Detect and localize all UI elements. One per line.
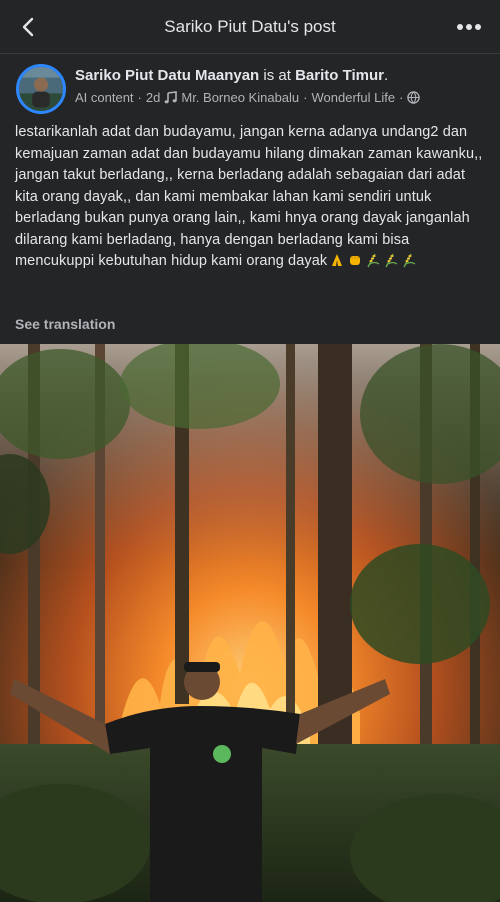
location-suffix: . xyxy=(383,67,389,84)
post-photo[interactable] xyxy=(0,344,500,902)
author-line: Sariko Piut Datu Maanyan is at Barito Ti… xyxy=(75,67,388,84)
post-time[interactable]: 2d xyxy=(146,90,160,105)
separator-dot: · xyxy=(303,90,308,105)
ai-content-label[interactable]: AI content xyxy=(75,90,134,105)
music-song[interactable]: Wonderful Life xyxy=(312,90,396,105)
fist-icon xyxy=(347,252,363,268)
praying-hands-icon xyxy=(329,252,345,268)
post-meta: AI content · 2d Mr. Borneo Kinabalu · Wo… xyxy=(75,90,421,105)
globe-icon xyxy=(407,91,421,104)
chevron-left-icon xyxy=(22,17,34,37)
rice-plant-icon xyxy=(383,252,399,268)
music-artist[interactable]: Mr. Borneo Kinabalu xyxy=(181,90,299,105)
see-translation-link[interactable]: See translation xyxy=(15,316,115,332)
is-at-text: is at xyxy=(259,67,296,84)
more-horizontal-icon xyxy=(457,24,481,30)
location-link[interactable]: Barito Timur xyxy=(295,67,384,84)
profile-picture xyxy=(19,67,63,111)
post-header: Sariko Piut Datu Maanyan is at Barito Ti… xyxy=(0,54,500,120)
separator-dot: · xyxy=(137,90,142,105)
more-options-button[interactable] xyxy=(452,12,486,42)
rice-plant-icon xyxy=(401,252,417,268)
back-button[interactable] xyxy=(14,12,44,42)
page-title: Sariko Piut Datu's post xyxy=(164,17,336,36)
music-note-icon xyxy=(164,91,178,104)
top-bar: Sariko Piut Datu's post xyxy=(0,0,500,54)
rice-plant-icon xyxy=(365,252,381,268)
author-name[interactable]: Sariko Piut Datu Maanyan xyxy=(75,67,259,84)
forest-fire-photo xyxy=(0,344,500,902)
post-text: lestarikanlah adat dan budayamu, jangan … xyxy=(15,122,489,273)
separator-dot: · xyxy=(399,90,404,105)
avatar[interactable] xyxy=(16,64,66,114)
post-body: lestarikanlah adat dan budayamu, jangan … xyxy=(15,124,483,269)
